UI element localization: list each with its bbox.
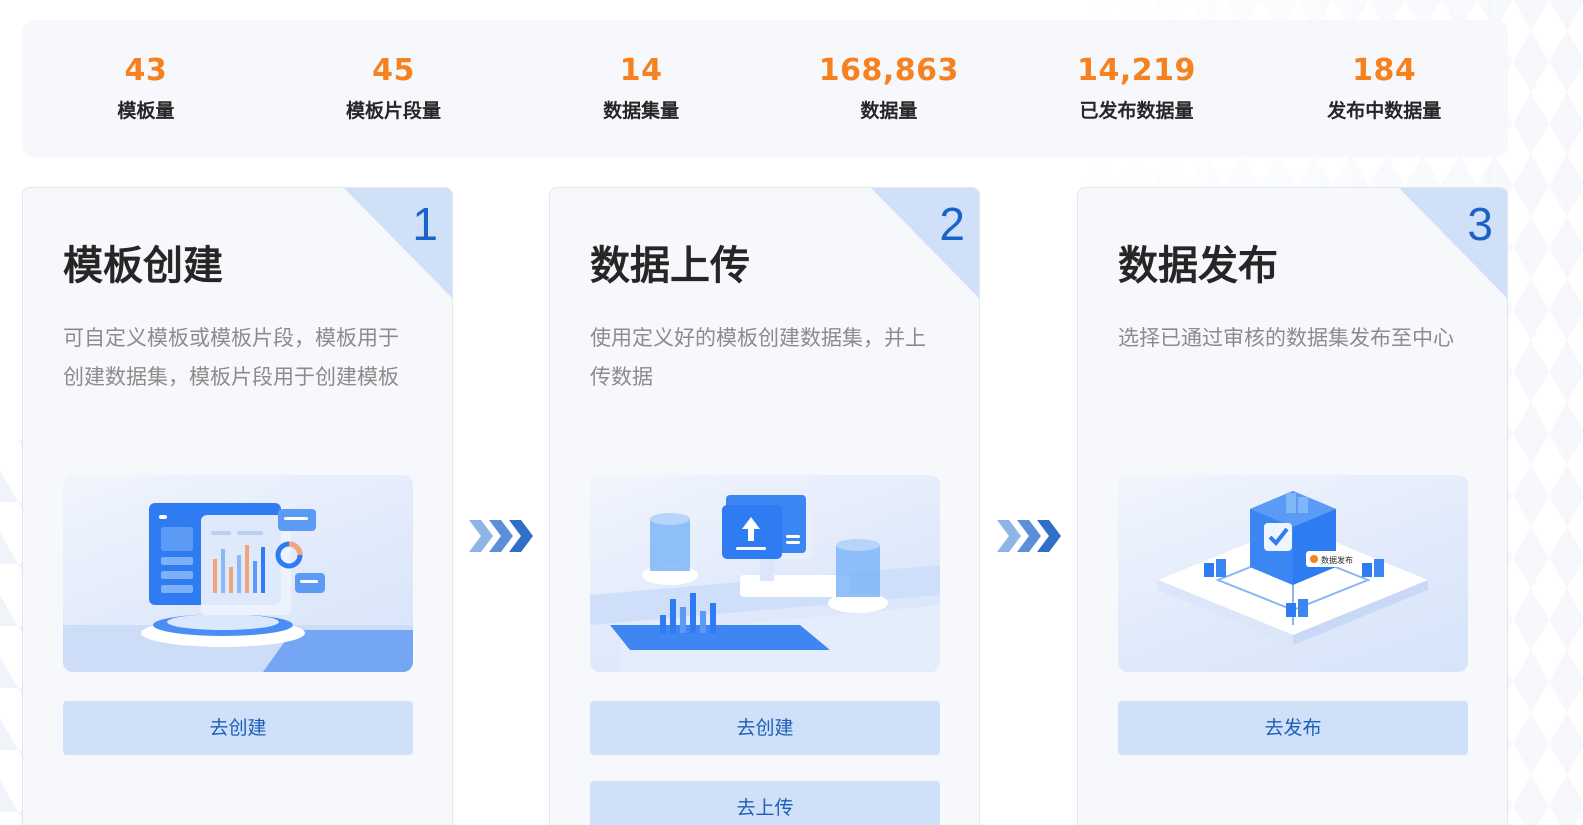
step-card-data-upload: 2 数据上传 使用定义好的模板创建数据集，并上传数据 去创建 去上传 [549, 187, 980, 825]
stat-template-count: 43 模板量 [22, 20, 270, 157]
stat-value: 184 [1352, 53, 1417, 88]
stat-label: 已发布数据量 [1079, 100, 1194, 122]
stat-label: 发布中数据量 [1327, 100, 1442, 122]
step-title: 数据发布 [1118, 243, 1278, 289]
go-create-dataset-button[interactable]: 去创建 [590, 701, 940, 755]
dashboard-charts-illustration [63, 475, 413, 672]
stat-dataset-count: 14 数据集量 [517, 20, 765, 157]
step-description: 可自定义模板或模板片段，模板用于创建数据集，模板片段用于创建模板 [63, 326, 399, 389]
chevrons-right-icon [997, 520, 1061, 552]
go-upload-button[interactable]: 去上传 [590, 781, 940, 825]
step-title: 数据上传 [590, 243, 750, 289]
step-card-template-create: 1 模板创建 可自定义模板或模板片段，模板用于创建数据集，模板片段用于创建模板 [22, 187, 453, 825]
step-card-data-publish: 3 数据发布 选择已通过审核的数据集发布至中心 数据发布 去发布 [1077, 187, 1508, 825]
stat-publishing-count: 184 发布中数据量 [1260, 20, 1508, 157]
stat-value: 45 [372, 53, 415, 88]
step-description: 选择已通过审核的数据集发布至中心 [1118, 326, 1454, 350]
data-publish-hub-illustration: 数据发布 [1118, 475, 1468, 672]
stat-label: 数据量 [860, 100, 918, 122]
stat-value: 14 [619, 53, 663, 88]
stat-value: 43 [124, 53, 168, 88]
stat-published-count: 14,219 已发布数据量 [1013, 20, 1261, 157]
publish-tag-label: 数据发布 [1321, 555, 1353, 565]
step-number: 3 [1467, 198, 1493, 250]
upload-monitor-illustration [590, 475, 940, 672]
go-publish-button[interactable]: 去发布 [1118, 701, 1468, 755]
step-title: 模板创建 [63, 243, 223, 289]
step-description: 使用定义好的模板创建数据集，并上传数据 [590, 326, 926, 389]
stat-label: 模板量 [117, 100, 175, 122]
stat-value: 14,219 [1077, 53, 1196, 88]
stat-value: 168,863 [818, 53, 959, 88]
stats-bar: 43 模板量 45 模板片段量 14 数据集量 168,863 数据量 14,2… [22, 20, 1508, 157]
stat-label: 数据集量 [603, 100, 680, 122]
stat-fragment-count: 45 模板片段量 [270, 20, 518, 157]
go-create-template-button[interactable]: 去创建 [63, 701, 413, 755]
stat-data-count: 168,863 数据量 [765, 20, 1013, 157]
step-number: 1 [412, 198, 438, 250]
stat-label: 模板片段量 [346, 100, 442, 122]
step-number: 2 [939, 198, 965, 250]
chevrons-right-icon [469, 520, 533, 552]
